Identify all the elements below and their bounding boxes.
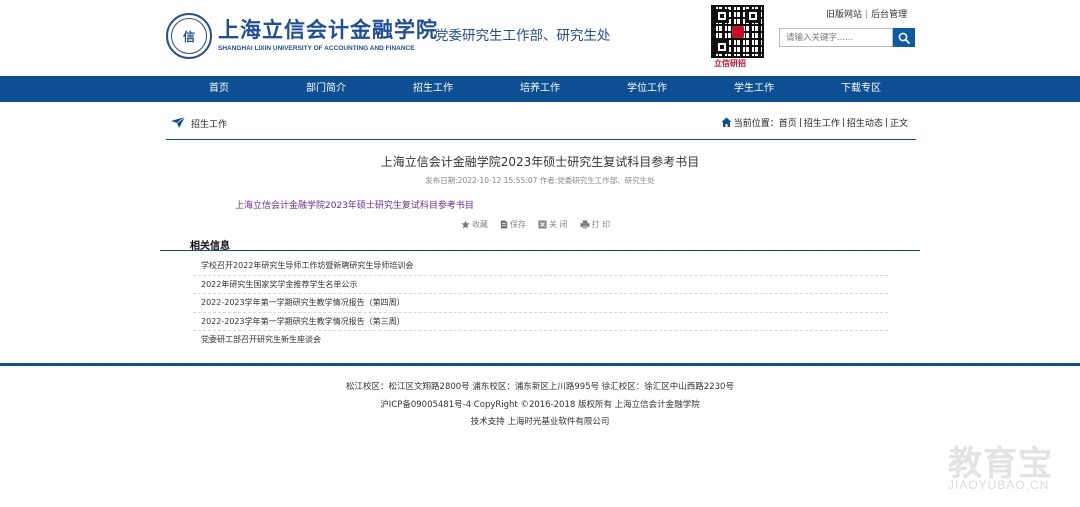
search-icon <box>898 32 910 44</box>
related-item[interactable]: 2022-2023学年第一学期研究生教学情况报告（第四周） <box>193 294 888 313</box>
star-icon <box>461 220 470 229</box>
nav-item-degree[interactable]: 学位工作 <box>602 76 692 102</box>
attachment-link[interactable]: 上海立信会计金融学院2023年硕士研究生复试科目参考书目 <box>235 198 474 211</box>
school-seal-logo[interactable]: 信 <box>166 13 212 59</box>
related-heading: 相关信息 <box>190 241 230 252</box>
nav-item-admissions[interactable]: 招生工作 <box>388 76 478 102</box>
breadcrumb-admissions[interactable]: 招生工作 <box>804 116 840 129</box>
qr-finder-top-right <box>746 9 760 23</box>
breadcrumb: 当前位置： 首页 | 招生工作 | 招生动态 | 正文 <box>721 116 908 129</box>
nav-item-about[interactable]: 部门简介 <box>281 76 371 102</box>
seal-glyph: 信 <box>171 18 207 54</box>
close-button[interactable]: 关 闭 <box>538 219 568 230</box>
favorite-button[interactable]: 收藏 <box>461 219 488 230</box>
qr-code-image <box>711 5 764 58</box>
nav-item-students[interactable]: 学生工作 <box>709 76 799 102</box>
breadcrumb-prefix: 当前位置： <box>733 119 779 129</box>
save-button[interactable]: 保存 <box>500 219 526 230</box>
related-header: 相关信息 <box>160 237 920 252</box>
breadcrumb-separator: | <box>884 117 888 128</box>
breadcrumb-current: 正文 <box>889 119 908 129</box>
department-name: 党委研究生工作部、研究生处 <box>435 28 611 44</box>
nav-item-training[interactable]: 培养工作 <box>495 76 585 102</box>
print-button[interactable]: 打 印 <box>580 219 611 230</box>
footer-address: 松江校区：松江区文翔路2800号 浦东校区：浦东新区上川路995号 徐汇校区：徐… <box>346 382 734 392</box>
document-icon <box>500 220 508 229</box>
nav-item-downloads[interactable]: 下载专区 <box>816 76 906 102</box>
breadcrumb-home[interactable]: 首页 <box>779 116 797 129</box>
related-list: 学校召开2022年研究生导师工作坊暨新聘研究生导师培训会 2022年研究生国家奖… <box>193 257 888 350</box>
article-meta: 发布日期:2022-10-12 15:55:07 作者:党委研究生工作部、研究生… <box>425 176 655 185</box>
location-bar: 招生工作 当前位置： 首页 | 招生工作 | 招生动态 | 正文 <box>166 110 916 140</box>
save-label: 保存 <box>510 220 526 229</box>
breadcrumb-news[interactable]: 招生动态 <box>847 116 883 129</box>
qr-finder-bottom-left <box>715 40 729 54</box>
related-item[interactable]: 学校召开2022年研究生导师工作坊暨新聘研究生导师培训会 <box>193 257 888 276</box>
paper-plane-icon <box>171 117 185 128</box>
nav-item-home[interactable]: 首页 <box>174 76 264 102</box>
top-link-separator: | <box>865 10 869 20</box>
search-input[interactable] <box>779 28 893 47</box>
print-label: 打 印 <box>591 220 611 229</box>
qr-caption: 立信研招 <box>714 58 746 68</box>
search-button[interactable] <box>893 28 915 47</box>
breadcrumb-separator: | <box>841 117 845 128</box>
section-title: 招生工作 <box>191 120 228 130</box>
related-item[interactable]: 2022年研究生国家奖学金推荐学生名单公示 <box>193 276 888 294</box>
old-site-link[interactable]: 旧版网站 <box>826 10 862 20</box>
school-name-logo[interactable]: 上海立信会计金融学院 <box>218 14 438 44</box>
watermark-domain: JIAOYUBAO.CN <box>948 478 1050 492</box>
top-links: 旧版网站 | 后台管理 <box>826 7 907 20</box>
footer-copyright: 沪ICP备09005481号-4 CopyRight ©2016-2018 版权… <box>380 400 700 410</box>
main-nav: 首页 部门简介 招生工作 培养工作 学位工作 学生工作 下载专区 <box>0 76 1080 102</box>
close-label: 关 闭 <box>549 220 568 229</box>
breadcrumb-separator: | <box>798 117 802 128</box>
favorite-label: 收藏 <box>472 220 488 229</box>
article-tools: 收藏 保存 关 闭 打 印 <box>461 219 622 230</box>
qr-center-logo <box>732 26 744 38</box>
qr-finder-top-left <box>715 9 729 23</box>
page-header: 信 上海立信会计金融学院 SHANGHAI LIXIN UNIVERSITY O… <box>0 0 1080 76</box>
close-icon <box>538 220 547 229</box>
printer-icon <box>580 220 590 229</box>
related-item[interactable]: 党委研工部召开研究生新生座谈会 <box>193 331 888 350</box>
home-icon <box>721 117 732 127</box>
article-title: 上海立信会计金融学院2023年硕士研究生复试科目参考书目 <box>380 155 700 169</box>
admin-link[interactable]: 后台管理 <box>871 10 907 20</box>
footer-divider <box>0 363 1080 366</box>
related-item[interactable]: 2022-2023学年第一学期研究生教学情况报告（第三周） <box>193 313 888 331</box>
school-name-english: SHANGHAI LIXIN UNIVERSITY OF ACCOUNTING … <box>218 45 415 52</box>
footer-support: 技术支持 上海时光基业软件有限公司 <box>470 417 610 427</box>
